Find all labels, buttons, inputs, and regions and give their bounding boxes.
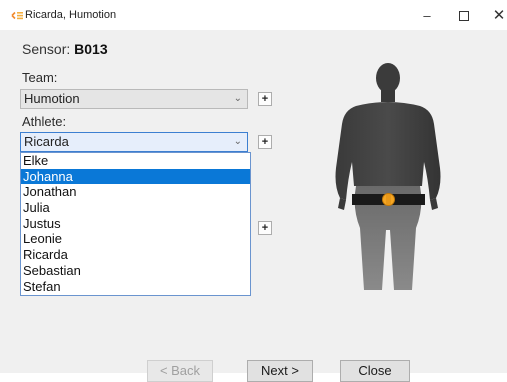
athlete-option[interactable]: Elke xyxy=(21,153,250,169)
sensor-heading: Sensor: B013 xyxy=(22,41,108,57)
athlete-option[interactable]: Ricarda xyxy=(21,247,250,263)
add-athlete-button[interactable]: + xyxy=(258,135,272,149)
athlete-select-value: Ricarda xyxy=(24,134,69,149)
sensor-label: Sensor: xyxy=(22,41,71,57)
chevron-down-icon: ⌄ xyxy=(233,136,242,147)
athlete-option[interactable]: Leonie xyxy=(21,231,250,247)
next-button[interactable]: Next > xyxy=(247,360,313,382)
app-logo-icon xyxy=(11,11,23,20)
team-select[interactable]: Humotion ⌄ xyxy=(20,89,248,109)
window-title: Ricarda, Humotion xyxy=(25,9,117,21)
add-button[interactable]: + xyxy=(258,221,272,235)
athlete-option[interactable]: Stefan xyxy=(21,279,250,295)
athlete-option-highlighted[interactable]: Johanna xyxy=(21,168,250,185)
athlete-option[interactable]: Julia xyxy=(21,200,250,216)
maximize-icon xyxy=(459,10,469,21)
sensor-id: B013 xyxy=(74,41,108,57)
close-window-button[interactable]: ✕ xyxy=(484,7,507,25)
team-select-value: Humotion xyxy=(24,91,80,106)
athlete-label: Athlete: xyxy=(22,114,67,129)
athlete-option[interactable]: Justus xyxy=(21,216,250,232)
minimize-button[interactable]: – xyxy=(412,7,442,25)
back-button[interactable]: < Back xyxy=(147,360,213,382)
athlete-dropdown-list[interactable]: Elke Johanna Jonathan Julia Justus Leoni… xyxy=(20,152,251,296)
team-label: Team: xyxy=(22,70,58,85)
athlete-option[interactable]: Sebastian xyxy=(21,263,250,279)
athlete-select[interactable]: Ricarda ⌄ xyxy=(20,132,248,152)
add-team-button[interactable]: + xyxy=(258,92,272,106)
maximize-button[interactable] xyxy=(449,7,479,25)
body-figure-image xyxy=(335,63,441,290)
chevron-down-icon: ⌄ xyxy=(233,93,242,104)
athlete-option[interactable]: Jonathan xyxy=(21,184,250,200)
close-button[interactable]: Close xyxy=(340,360,410,382)
